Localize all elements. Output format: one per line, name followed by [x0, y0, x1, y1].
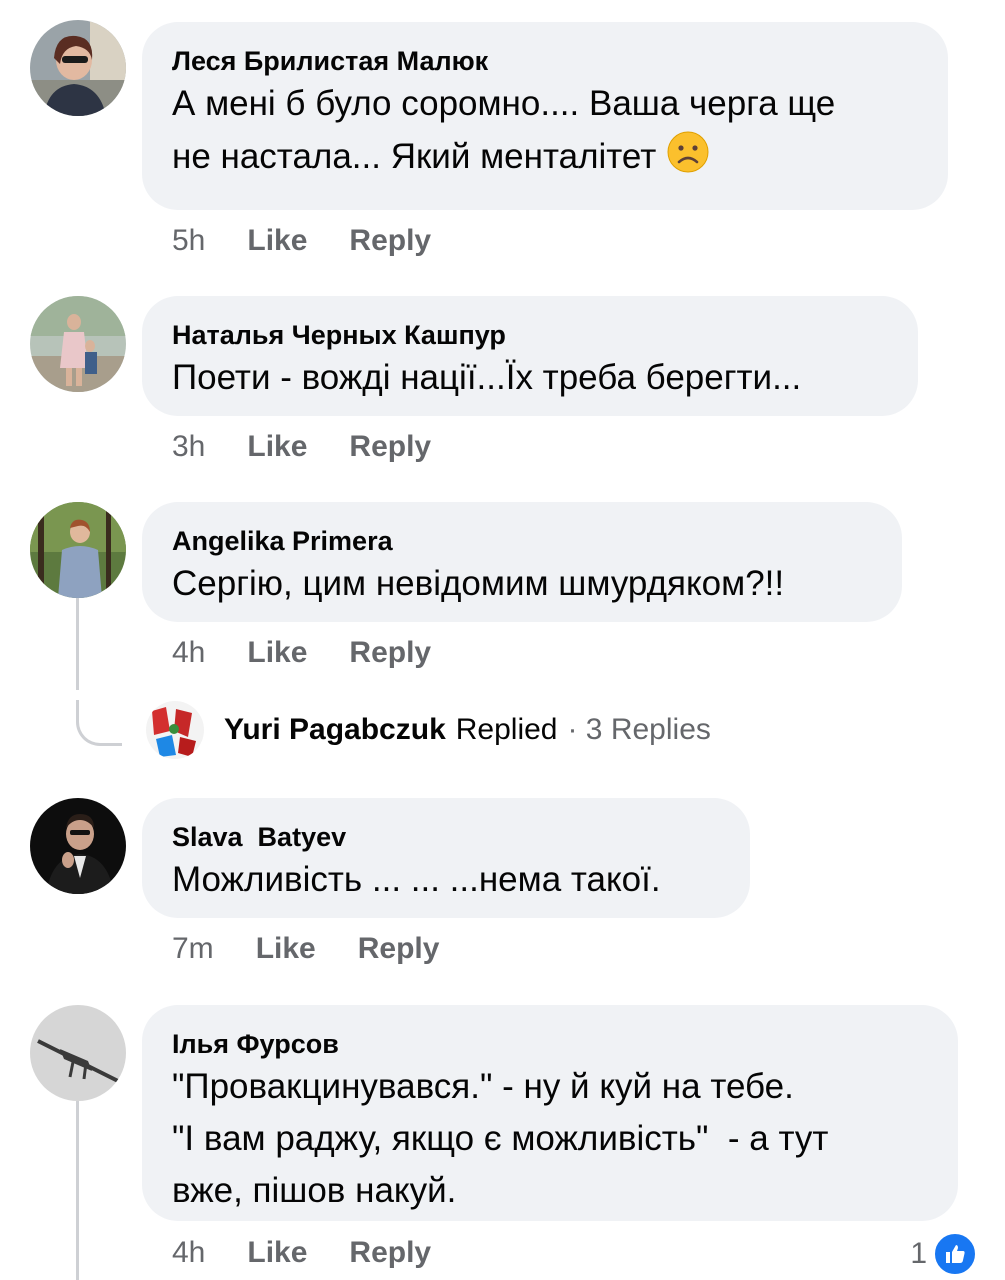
- comment-line: "І вам раджу, якщо є можливість" - а тут: [172, 1119, 829, 1158]
- avatar[interactable]: [30, 502, 126, 598]
- avatar[interactable]: [30, 296, 126, 392]
- comment-actions: 5h Like Reply: [172, 224, 473, 258]
- comment-author[interactable]: Наталья Черных Кашпур: [172, 318, 888, 352]
- comment-time[interactable]: 7m: [172, 932, 214, 966]
- comment-author[interactable]: Angelika Primera: [172, 524, 872, 558]
- comment-actions: 7m Like Reply: [172, 932, 481, 966]
- comment-line: "Провакцинувався." - ну й куй на тебе.: [172, 1067, 794, 1106]
- comment-author[interactable]: Ілья Фурсов: [172, 1027, 928, 1061]
- comment-line: Сергію, цим невідомим шмурдяком?!!: [172, 564, 785, 603]
- comment-text: Сергію, цим невідомим шмурдяком?!!: [172, 558, 872, 610]
- reaction-count: 1: [910, 1237, 927, 1270]
- comment-text: Можливість ... ... ...нема такої.: [172, 854, 720, 906]
- comment-author[interactable]: Леся Брилистая Малюк: [172, 44, 918, 78]
- comment-text: "Провакцинувався." - ну й куй на тебе. "…: [172, 1061, 928, 1217]
- like-button[interactable]: Like: [247, 430, 307, 464]
- comment-line: А мені б було соромно.... Ваша черга ще: [172, 84, 836, 123]
- avatar: [146, 701, 204, 759]
- avatar[interactable]: [30, 798, 126, 894]
- comment-text: Поети - вожді нації...Їх треба берегти..…: [172, 352, 888, 404]
- thread-connector: [76, 700, 122, 746]
- comment-time[interactable]: 5h: [172, 224, 205, 258]
- comment-text: А мені б було соромно.... Ваша черга ще …: [172, 78, 918, 183]
- thread-line: [76, 598, 79, 690]
- comment-time[interactable]: 3h: [172, 430, 205, 464]
- replies-summary[interactable]: Yuri Pagabczuk Replied · 3 Replies: [146, 701, 711, 759]
- comment-line: Можливість ... ... ...нема такої.: [172, 860, 661, 899]
- like-button[interactable]: Like: [247, 224, 307, 258]
- comment-time[interactable]: 4h: [172, 1236, 205, 1270]
- replier-name[interactable]: Yuri Pagabczuk: [224, 713, 446, 747]
- comment-bubble: Angelika Primera Сергію, цим невідомим ш…: [142, 502, 902, 622]
- reply-button[interactable]: Reply: [349, 636, 431, 670]
- like-button[interactable]: Like: [247, 636, 307, 670]
- comment-line: вже, пішов накуй.: [172, 1171, 457, 1210]
- reply-button[interactable]: Reply: [358, 932, 440, 966]
- like-button[interactable]: Like: [247, 1236, 307, 1270]
- reply-button[interactable]: Reply: [349, 224, 431, 258]
- comment-bubble: Slava Batyev Можливість ... ... ...нема …: [142, 798, 750, 918]
- comment-bubble: Ілья Фурсов "Провакцинувався." - ну й ку…: [142, 1005, 958, 1221]
- comment-time[interactable]: 4h: [172, 636, 205, 670]
- comment-line: Поети - вожді нації...Їх треба берегти..…: [172, 358, 802, 397]
- comment-actions: 3h Like Reply: [172, 430, 473, 464]
- comment-line: не настала... Який менталітет: [172, 130, 918, 183]
- avatar[interactable]: [30, 20, 126, 116]
- reaction-summary[interactable]: 1: [910, 1232, 977, 1276]
- like-button[interactable]: Like: [256, 932, 316, 966]
- thread-line: [76, 1101, 79, 1280]
- avatar[interactable]: [30, 1005, 126, 1101]
- comment-actions: 4h Like Reply: [172, 636, 473, 670]
- comment-bubble: Леся Брилистая Малюк А мені б було сором…: [142, 22, 948, 210]
- replies-count[interactable]: · 3 Replies: [567, 713, 710, 747]
- comment-actions: 4h Like Reply: [172, 1236, 473, 1270]
- replied-label: Replied: [455, 713, 558, 746]
- comment-bubble: Наталья Черных Кашпур Поети - вожді наці…: [142, 296, 918, 416]
- like-thumb-icon: [933, 1232, 977, 1276]
- reply-button[interactable]: Reply: [349, 430, 431, 464]
- comment-author[interactable]: Slava Batyev: [172, 820, 720, 854]
- frowning-face-icon: [666, 130, 710, 174]
- reply-button[interactable]: Reply: [349, 1236, 431, 1270]
